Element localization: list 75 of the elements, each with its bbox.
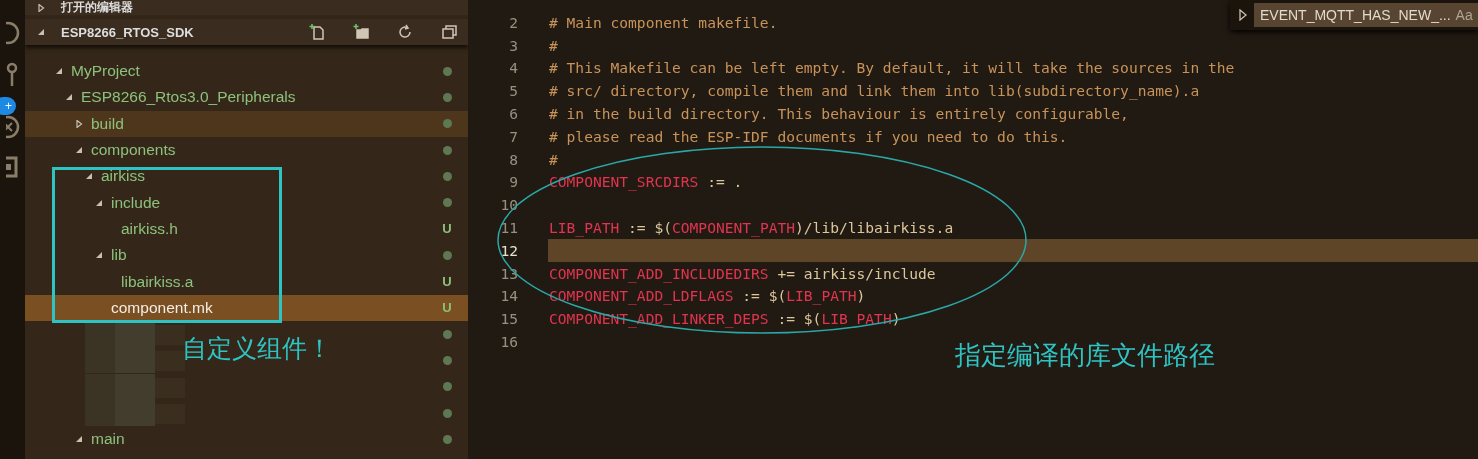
annotation-text: 指定编译的库文件路径 — [955, 339, 1215, 372]
tree-item[interactable]: include — [25, 189, 468, 216]
refresh-icon[interactable] — [396, 23, 414, 41]
tree-item[interactable]: main — [25, 426, 468, 453]
caret-icon — [75, 119, 83, 128]
line-number: 16 — [499, 333, 518, 351]
line-number: 15 — [499, 310, 518, 328]
caret-icon — [37, 3, 45, 12]
tree-item[interactable]: airkiss.h U — [25, 215, 468, 243]
caret-icon — [55, 67, 63, 76]
tree-item[interactable]: MyProject — [25, 58, 468, 85]
count-badge: + — [0, 97, 16, 115]
line-number: 12 — [499, 241, 518, 259]
file-name: components — [91, 141, 177, 160]
code-line: # — [549, 150, 558, 168]
untracked-mark: U — [442, 221, 452, 237]
line-number: 14 — [499, 287, 518, 305]
code-line: COMPONENT_ADD_LDFLAGS := $(LIB_PATH) — [549, 287, 866, 305]
caret-icon — [75, 435, 83, 444]
tree-item[interactable]: build — [25, 110, 468, 137]
line-number: 3 — [508, 36, 518, 54]
find-query: EVENT_MQTT_HAS_NEW_... — [1260, 7, 1451, 23]
file-name: airkiss.h — [121, 219, 179, 238]
line-number: 13 — [499, 264, 518, 282]
code-line: # — [549, 36, 558, 54]
caret-icon — [95, 251, 103, 260]
line-number: 5 — [508, 82, 518, 100]
line-number: 9 — [508, 173, 518, 191]
section-header[interactable]: ESP8266_RTOS_SDK — [25, 19, 468, 45]
tree-item[interactable]: ESP8266_Rtos3.0_Peripherals — [25, 84, 468, 111]
new-file-icon[interactable] — [308, 23, 326, 41]
code-line: COMPONENT_SRCDIRS := . — [549, 173, 743, 191]
line-number: 6 — [508, 105, 518, 123]
caret-icon — [95, 198, 103, 207]
new-folder-icon[interactable] — [352, 23, 370, 41]
line-number: 10 — [499, 196, 518, 214]
section-header[interactable]: 打开的编辑器 — [25, 0, 468, 15]
code-line: COMPONENT_ADD_INCLUDEDIRS += airkiss/include — [549, 264, 936, 282]
line-number: 7 — [508, 127, 518, 145]
caret-icon — [85, 172, 93, 181]
code-line: # in the build directory. This behaviour is entirely configurable, — [549, 105, 1129, 123]
file-name: ESP8266_Rtos3.0_Peripherals — [81, 88, 297, 107]
branch-icon[interactable] — [5, 60, 20, 86]
file-name: component.mk — [111, 298, 214, 317]
file-name: include — [111, 193, 162, 212]
caret-icon — [65, 93, 73, 102]
match-case-toggle[interactable]: Aa — [1455, 7, 1473, 23]
caret-icon[interactable] — [1238, 9, 1248, 21]
code-line: # Main component makefile. — [549, 13, 778, 31]
line-number: 8 — [508, 150, 518, 168]
tree-item[interactable]: airkiss — [25, 163, 468, 190]
tree-item[interactable]: libairkiss.a U — [25, 268, 468, 295]
file-name: MyProject — [71, 62, 141, 81]
find-field[interactable]: EVENT_MQTT_HAS_NEW_... Aa — [1254, 3, 1478, 27]
file-name: libairkiss.a — [121, 272, 195, 291]
file-name: lib — [111, 246, 128, 265]
code-line: LIB_PATH := $(COMPONENT_PATH)/lib/libairkiss.a — [549, 219, 954, 237]
line-number: 11 — [499, 219, 518, 237]
file-name: build — [91, 114, 125, 133]
tree-item[interactable]: components — [25, 136, 468, 164]
file-name: airkiss — [101, 167, 146, 186]
untracked-mark: U — [442, 300, 452, 316]
caret-icon — [37, 28, 45, 36]
code-line: # please read the ESP-IDF documents if you need to do this. — [549, 127, 1068, 145]
untracked-mark: U — [442, 274, 452, 289]
code-line: # src/ directory, compile them and link them into lib(subdirectory_name).a — [549, 82, 1200, 100]
line-number: 4 — [508, 59, 518, 77]
annotation-text: 自定义组件！ — [182, 333, 332, 365]
collapse-all-icon[interactable] — [440, 23, 458, 41]
tree-item[interactable]: lib — [25, 242, 468, 269]
code-line: # This Makefile can be left empty. By default, it will take the sources in the — [549, 59, 1235, 77]
file-name: main — [91, 430, 126, 449]
line-number: 2 — [508, 13, 518, 31]
caret-icon — [75, 146, 83, 155]
tree-item[interactable]: component.mk U — [25, 294, 468, 321]
